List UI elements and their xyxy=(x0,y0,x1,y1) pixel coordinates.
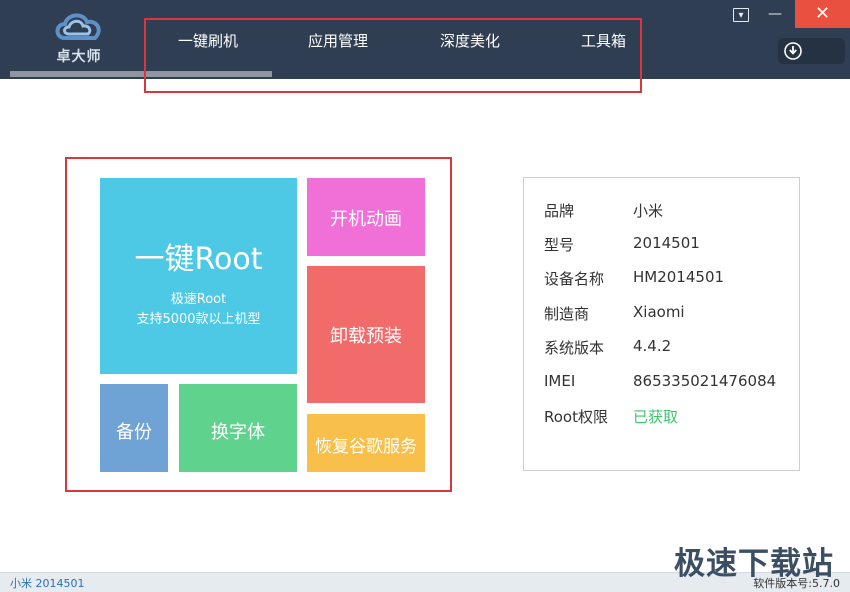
info-value: HM2014501 xyxy=(633,268,725,286)
info-value: 2014501 xyxy=(633,234,700,252)
backup-tile[interactable]: 备份 xyxy=(100,384,168,472)
info-label: 系统版本 xyxy=(544,339,605,357)
restore-google-services-label: 恢复谷歌服务 xyxy=(315,437,417,457)
info-value: 4.4.2 xyxy=(633,337,672,355)
root-tile-title: 一键Root xyxy=(134,242,263,277)
uninstall-preinstalled-tile[interactable]: 卸载预装 xyxy=(307,266,425,403)
site-watermark: 极速下载站 xyxy=(674,546,834,582)
info-row-model: 型号 2014501 xyxy=(544,234,789,256)
info-value: 小米 xyxy=(633,202,664,220)
nav-highlight-box xyxy=(144,18,642,93)
info-label: 型号 xyxy=(544,236,575,254)
restore-google-services-tile[interactable]: 恢复谷歌服务 xyxy=(307,414,425,472)
uninstall-preinstalled-label: 卸载预装 xyxy=(330,326,402,347)
root-status-value: 已获取 xyxy=(633,408,679,426)
device-info-panel: 品牌 小米 型号 2014501 设备名称 HM2014501 制造商 Xiao… xyxy=(523,177,800,471)
root-tile-subtitle-2: 支持5000款以上机型 xyxy=(136,312,261,327)
info-row-imei: IMEI 865335021476084 xyxy=(544,372,789,394)
info-row-manufacturer: 制造商 Xiaomi xyxy=(544,303,789,325)
info-label: 品牌 xyxy=(544,202,575,220)
app-logo: 卓大师 xyxy=(48,8,110,70)
info-label: IMEI xyxy=(544,372,576,390)
logo-cloud-icon xyxy=(55,13,101,40)
info-value: 865335021476084 xyxy=(633,372,777,390)
change-font-tile[interactable]: 换字体 xyxy=(179,384,297,472)
root-tile-subtitle-1: 极速Root xyxy=(170,292,227,307)
info-row-root-permission: Root权限 已获取 xyxy=(544,406,789,428)
info-label: 设备名称 xyxy=(544,270,605,288)
download-icon xyxy=(784,42,802,60)
change-font-label: 换字体 xyxy=(211,422,265,443)
info-row-brand: 品牌 小米 xyxy=(544,200,789,222)
minimize-icon[interactable]: — xyxy=(766,5,784,23)
info-label: Root权限 xyxy=(544,408,608,426)
info-label: 制造商 xyxy=(544,305,590,323)
info-row-device-name: 设备名称 HM2014501 xyxy=(544,268,789,290)
close-button[interactable]: ✕ xyxy=(795,0,850,28)
backup-label: 备份 xyxy=(116,422,152,443)
info-value: Xiaomi xyxy=(633,303,685,321)
status-device: 小米 2014501 xyxy=(10,577,85,590)
one-click-root-tile[interactable]: 一键Root 极速Root 支持5000款以上机型 xyxy=(100,178,297,374)
info-row-system-version: 系统版本 4.4.2 xyxy=(544,337,789,359)
logo-text: 卓大师 xyxy=(56,49,102,65)
boot-animation-label: 开机动画 xyxy=(330,209,402,230)
menu-dropdown-icon[interactable]: ▾ xyxy=(733,8,749,22)
boot-animation-tile[interactable]: 开机动画 xyxy=(307,178,425,256)
